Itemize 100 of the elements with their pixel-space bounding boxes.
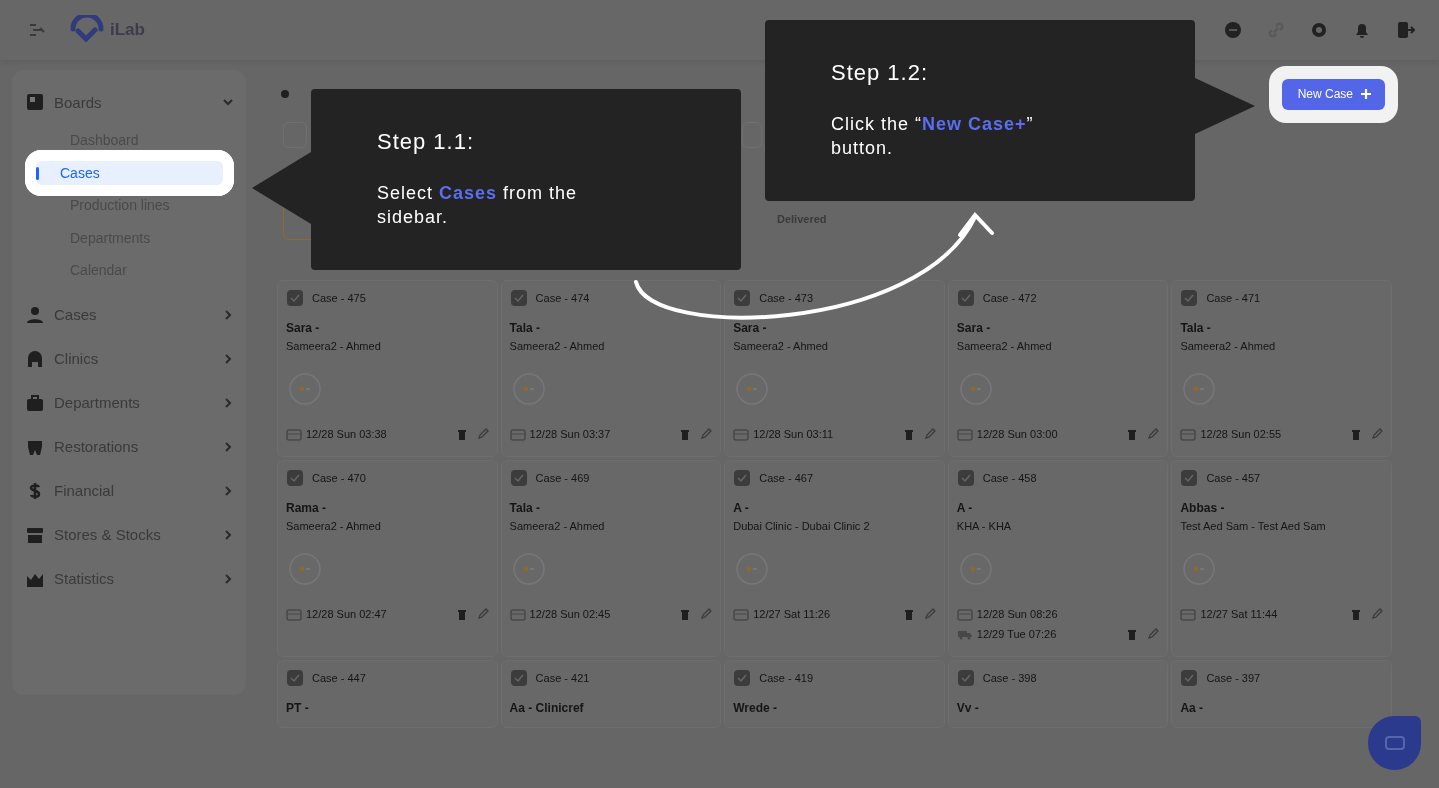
case-card[interactable]: Case - 467 A - Dubai Clinic - Dubai Clinic 2 12/27 Sat 11:26 (724, 460, 945, 657)
checkbox-icon[interactable] (733, 669, 752, 687)
chat-button[interactable] (1368, 716, 1421, 770)
checkbox-icon[interactable] (509, 469, 528, 487)
calendar-icon (286, 427, 302, 441)
pencil-icon[interactable] (923, 428, 936, 440)
checkbox-icon[interactable] (956, 669, 975, 687)
case-date: 12/27 Sat 11:44 (1200, 608, 1279, 620)
trash-icon[interactable] (456, 428, 467, 440)
progress-ring-icon (288, 552, 322, 586)
logout-icon[interactable] (1395, 20, 1415, 40)
patient-name: A - (956, 501, 974, 515)
calendar-icon (733, 427, 750, 441)
logo-icon (70, 15, 104, 45)
progress-ring-icon (511, 372, 546, 406)
checkbox-icon[interactable] (956, 289, 975, 307)
case-card[interactable]: Case - 475 Sara - Sameera2 - Ahmed 12/28 Sun 03:38 (277, 280, 498, 457)
progress-ring-icon (735, 372, 770, 406)
checkbox-icon[interactable] (286, 289, 304, 307)
step-title: Step 1.1: (377, 129, 476, 155)
checkbox-icon[interactable] (1180, 669, 1199, 687)
patient-name: Abbas - (1180, 501, 1226, 515)
building-icon (26, 349, 44, 368)
chevron-right-icon[interactable] (222, 396, 234, 409)
patient-name: Vv - (956, 701, 980, 715)
pencil-icon[interactable] (1147, 628, 1160, 640)
chevron-right-icon[interactable] (222, 308, 234, 321)
checkbox-icon[interactable] (286, 469, 304, 487)
chevron-down-icon[interactable] (222, 96, 234, 108)
store-icon (26, 525, 44, 544)
patient-name: Tala - (1180, 321, 1212, 335)
circle-icon[interactable] (1223, 20, 1243, 40)
case-number: Case - 419 (759, 672, 813, 684)
checkbox-icon[interactable] (509, 669, 528, 687)
case-card[interactable]: Case - 421 Aa - Clinicref (500, 660, 722, 728)
trash-icon[interactable] (1351, 428, 1361, 440)
case-card[interactable]: Case - 473 Sara - Sameera2 - Ahmed 12/28 Sun 03:11 (724, 280, 945, 457)
checkbox-icon[interactable] (733, 289, 752, 307)
case-number: Case - 473 (759, 292, 813, 304)
case-date: 12/28 Sun 02:55 (1200, 428, 1283, 440)
case-card[interactable]: Case - 471 Tala - Sameera2 - Ahmed 12/28 Sun 02:55 (1171, 280, 1392, 457)
person-icon (26, 305, 44, 324)
step-title: Step 1.2: (831, 60, 930, 86)
case-card[interactable]: Case - 469 Tala - Sameera2 - Ahmed 12/28 Sun 02:45 (500, 460, 722, 657)
calendar-icon (733, 607, 750, 621)
chevron-right-icon[interactable] (222, 440, 234, 453)
patient-name: Sara - (733, 321, 768, 335)
case-card[interactable]: Case - 474 Tala - Sameera2 - Ahmed 12/28 Sun 03:37 (500, 280, 722, 457)
step-instruction: Click the “New Case+” button. (831, 113, 1035, 160)
checkbox-icon[interactable] (733, 469, 752, 487)
case-date: 12/28 Sun 03:11 (753, 428, 835, 440)
case-card[interactable]: Case - 397 Aa - (1171, 660, 1392, 728)
chevron-right-icon[interactable] (222, 484, 234, 497)
checkbox-icon[interactable] (286, 669, 304, 687)
checkbox-icon[interactable] (1180, 469, 1199, 487)
pencil-icon[interactable] (700, 428, 713, 440)
filter-field[interactable] (742, 122, 762, 148)
pencil-icon[interactable] (1147, 428, 1160, 440)
case-date: 12/27 Sat 11:26 (753, 608, 832, 620)
calendar-icon (509, 427, 526, 441)
pencil-icon[interactable] (1371, 428, 1383, 440)
pencil-icon[interactable] (1371, 608, 1383, 620)
case-number: Case - 474 (535, 292, 590, 304)
checkbox-icon[interactable] (956, 469, 975, 487)
case-card[interactable]: Case - 398 Vv - (947, 660, 1169, 728)
chevron-right-icon[interactable] (222, 352, 234, 365)
case-card[interactable]: Case - 419 Wrede - (724, 660, 945, 728)
trash-icon[interactable] (680, 428, 691, 440)
pencil-icon[interactable] (700, 608, 713, 620)
case-card[interactable]: Case - 457 Abbas - Test Aed Sam - Test Aed Sam 12/27 Sat 11:44 (1171, 460, 1392, 657)
trash-icon[interactable] (680, 608, 691, 620)
trash-icon[interactable] (903, 608, 914, 620)
trash-icon[interactable] (903, 428, 914, 440)
case-date: 12/28 Sun 02:45 (529, 608, 612, 620)
case-card[interactable]: Case - 458 A - KHA - KHA 12/28 Sun 08:26 12/29 Tue 07:26 (947, 460, 1169, 657)
case-date: 12/28 Sun 03:37 (529, 428, 612, 440)
trash-icon[interactable] (1127, 628, 1138, 640)
chevron-right-icon[interactable] (222, 528, 234, 541)
case-number: Case - 467 (759, 472, 813, 484)
case-number: Case - 398 (982, 672, 1037, 684)
case-card[interactable]: Case - 472 Sara - Sameera2 - Ahmed 12/28 Sun 03:00 (947, 280, 1169, 457)
patient-name: Rama - (286, 501, 327, 515)
clinic-doctor: Test Aed Sam - Test Aed Sam (1180, 520, 1327, 532)
chat-icon (1384, 735, 1405, 751)
pencil-icon[interactable] (923, 608, 936, 620)
checkbox-icon[interactable] (509, 289, 528, 307)
trash-icon[interactable] (456, 608, 467, 620)
pencil-icon[interactable] (476, 428, 489, 440)
trash-icon[interactable] (1351, 608, 1361, 620)
trash-icon[interactable] (1127, 428, 1138, 440)
case-number: Case - 470 (312, 472, 366, 484)
clinic-doctor: Sameera2 - Ahmed (1180, 340, 1277, 352)
checkbox-icon[interactable] (1180, 289, 1199, 307)
clinic-doctor: Sameera2 - Ahmed (509, 340, 606, 352)
chevron-right-icon[interactable] (222, 572, 234, 585)
patient-name: Tala - (509, 501, 542, 515)
case-card[interactable]: Case - 447 PT - (277, 660, 498, 728)
case-card[interactable]: Case - 470 Rama - Sameera2 - Ahmed 12/28 Sun 02:47 (277, 460, 498, 657)
pencil-icon[interactable] (476, 608, 489, 620)
progress-ring-icon (288, 372, 322, 406)
